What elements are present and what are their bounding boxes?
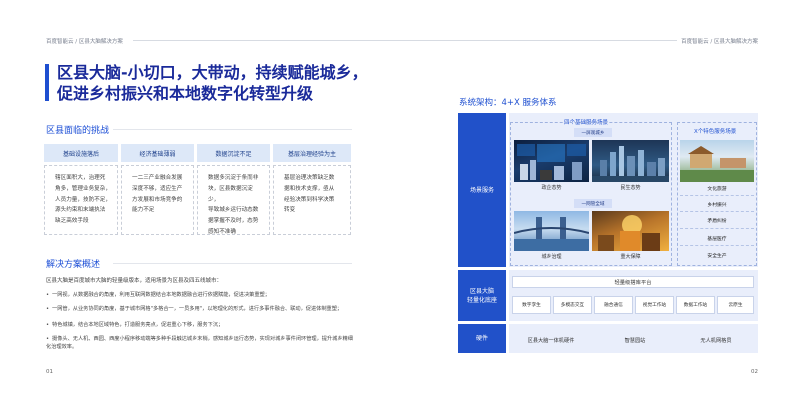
solution-bullet-text: 一网管，从业务协同的角度，基于城市网格"多格合一，一员多用"，以地理化的形式，进… <box>52 306 343 312</box>
challenge-3-line: 导致城乡运行动态数 <box>208 207 259 214</box>
hw-drone: 无人机网格员 <box>700 337 732 344</box>
solution-bullet-text: 特色城镇，结合本地区域特色，打造服务亮点，促进重心下移，服务下沉； <box>52 322 224 328</box>
page-title: 区县大脑-小切口，大带动，持续赋能城乡， 促进乡村振兴和本地数字化转型升级 <box>57 62 368 104</box>
image-culture-tourism <box>680 140 754 182</box>
solution-intro: 区县大脑是百度城市大脑的轻量级版本，适用场景为区县及四五线城市： <box>46 278 223 284</box>
image-major-guarantee <box>592 211 669 251</box>
solution-divider <box>113 263 352 264</box>
layer-brain-label: 区县大脑 轻量化底座 <box>458 270 506 321</box>
city-skyline-graphic <box>592 146 669 182</box>
challenge-1-line: 源头约束和末端执法 <box>55 207 106 214</box>
solution-bullet-1: • 一网视，从数据融合的角度，利用互联网数据结合本地数据融合进行依据赋能，促进决策… <box>46 291 356 299</box>
challenge-3-line: 数据多沉淀于条而非 <box>208 175 259 181</box>
challenge-4-line: 据和技术支撑，亟从 <box>284 185 335 192</box>
x-item-wenhua: 文化旅游 <box>707 187 727 192</box>
solution-bullet-4: • 摄像头、无人机、西园、西度小程序移动端等多种手段触达城乡末梢，感知城乡运行态势… <box>46 335 356 351</box>
challenges-divider <box>113 129 352 130</box>
challenge-1-line: 人员力量，技防不足， <box>55 196 111 203</box>
caption-zhengqi: 政企态势 <box>541 185 562 191</box>
challenge-2-line: 深度不够，适应生产 <box>132 185 183 192</box>
tool-comm: 融合通信 <box>594 296 633 314</box>
layer-scene-label: 场景服务 <box>458 113 506 267</box>
major-guarantee-graphic <box>598 215 660 251</box>
challenge-1-line: 角多，管理业务复杂， <box>55 185 111 192</box>
caption-chengxiang: 城乡治理 <box>541 254 562 260</box>
tool-vision: 视觉工作站 <box>635 296 674 314</box>
challenge-4-line: 经验决策到科学决策 <box>284 196 335 203</box>
layer-hardware-label: 硬件 <box>458 324 506 353</box>
page-number-left: 01 <box>46 369 53 375</box>
challenge-2-line: 能力不足 <box>132 207 155 214</box>
title-accent-bar <box>45 64 49 101</box>
page-title-line-1: 区县大脑-小切口，大带动，持续赋能城乡， <box>57 63 368 82</box>
challenge-3-line: 块，区县数据沉淀少， <box>208 185 253 203</box>
challenge-body-3: 数据多沉淀于条而非 块，区县数据沉淀少， 导致城乡运行动态数 据掌握不及时，态势… <box>197 165 270 235</box>
challenge-1-line: 缺乏高效手段 <box>55 218 89 225</box>
caption-zhongda: 重大保障 <box>620 254 641 260</box>
x-item-maodun: 矛盾纠纷 <box>707 219 727 224</box>
solution-bullet-2: • 一网管，从业务协同的角度，基于城市网格"多格合一，一员多用"，以地理化的形式，… <box>46 305 356 313</box>
solution-bullet-text: 摄像头、无人机、西园、西度小程序移动端等多种手段触达城乡末梢，感知城乡运行态势，… <box>46 336 353 351</box>
x-divider <box>680 211 754 212</box>
challenge-1-line: 辖区面积大，治理死 <box>55 175 106 181</box>
challenge-4-line: 转变 <box>284 207 296 214</box>
tool-multimodal: 多模态交互 <box>553 296 592 314</box>
challenge-body-2: 一二三产业融合发展 深度不够，适应生产 方发展和市场竞争的 能力不足 <box>121 165 194 235</box>
image-city-dashboard <box>514 140 589 182</box>
challenge-head-2: 经济基础薄弱 <box>121 144 194 162</box>
tag-yiwang-guan: 一网管全域 <box>574 199 612 208</box>
solution-bullet-text: 一网视，从数据融合的角度，利用互联网数据结合本地数据融合进行依据赋能，促进决策重… <box>52 292 270 298</box>
city-governance-graphic <box>514 217 589 251</box>
challenge-2-line: 一二三产业融合发展 <box>132 175 183 181</box>
challenge-body-1: 辖区面积大，治理死 角多，管理业务复杂， 人员力量，技防不足， 源头约束和末端执… <box>44 165 118 235</box>
x-item-anquan: 安全生产 <box>707 254 727 259</box>
x-item-yiliao: 基层医疗 <box>707 237 727 242</box>
city-dashboard-graphic <box>517 144 586 180</box>
page-title-line-2: 促进乡村振兴和本地数字化转型升级 <box>57 84 314 103</box>
solution-bullet-3: • 特色城镇，结合本地区域特色，打造服务亮点，促进重心下移，服务下沉； <box>46 321 356 329</box>
caption-minsheng: 民生态势 <box>620 185 641 191</box>
architecture-title: 系统架构：4+X 服务体系 <box>459 98 557 108</box>
challenge-4-line: 基层治理决策缺乏数 <box>284 175 335 181</box>
x-item-xiangcun: 乡村振兴 <box>707 203 727 208</box>
challenge-head-1: 基础设施落后 <box>44 144 118 162</box>
challenge-head-3: 数据沉淀不足 <box>197 144 270 162</box>
challenge-head-4: 基层治理经验为主 <box>273 144 351 162</box>
platform-bar: 轻量级搭库平台 <box>512 276 754 288</box>
header-divider <box>133 40 677 41</box>
tool-cloud-native: 云原生 <box>717 296 754 314</box>
challenge-body-4: 基层治理决策缺乏数 据和技术支撑，亟从 经验决策到科学决策 转变 <box>273 165 351 235</box>
tool-data: 数据工作站 <box>676 296 715 314</box>
challenge-3-line: 感知不准确 <box>208 228 236 235</box>
hw-smart-station: 智慧园站 <box>624 337 646 344</box>
challenge-2-line: 方发展和市场竞争的 <box>132 196 183 203</box>
challenge-3-line: 据掌握不及时，态势 <box>208 218 259 225</box>
header-breadcrumb-left: 百度智能云 / 区县大脑解决方案 <box>46 39 123 45</box>
x-divider <box>680 228 754 229</box>
image-city-governance <box>514 211 589 251</box>
culture-tourism-graphic <box>680 146 754 182</box>
image-city-skyline <box>592 140 669 182</box>
challenges-title: 区县面临的挑战 <box>46 126 110 136</box>
page-number-right: 02 <box>751 369 758 375</box>
tag-yiping-guan: 一屏观城乡 <box>574 128 612 137</box>
hw-brain-machine: 区县大脑一体机硬件 <box>527 337 575 344</box>
tool-digital-twin: 数字孪生 <box>512 296 551 314</box>
x-divider <box>680 245 754 246</box>
header-breadcrumb-right: 百度智能云 / 区县大脑解决方案 <box>681 39 758 45</box>
solution-title: 解决方案概述 <box>46 260 101 270</box>
x-divider <box>680 195 754 196</box>
